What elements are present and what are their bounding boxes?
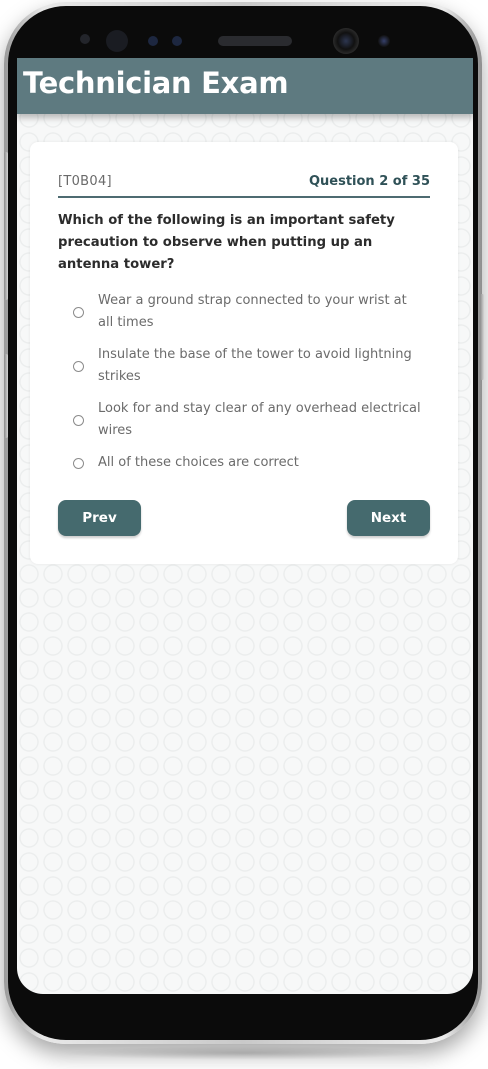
radio-button-icon[interactable]	[73, 360, 84, 372]
light-sensor-icon	[148, 36, 158, 46]
radio-button-icon[interactable]	[73, 457, 84, 469]
answer-choices: Wear a ground strap connected to your wr…	[58, 290, 438, 484]
next-button[interactable]: Next	[347, 500, 430, 536]
app-title: Technician Exam	[23, 66, 289, 100]
device-shadow	[60, 1046, 428, 1060]
answer-choice-label: Wear a ground strap connected to your wr…	[98, 293, 407, 330]
question-code: [T0B04]	[58, 174, 112, 189]
answer-choice[interactable]: All of these choices are correct	[58, 452, 438, 474]
answer-choice[interactable]: Insulate the base of the tower to avoid …	[58, 344, 438, 388]
earpiece-speaker	[218, 36, 292, 46]
prev-button[interactable]: Prev	[58, 500, 141, 536]
question-text: Which of the following is an important s…	[58, 213, 395, 272]
answer-choice[interactable]: Look for and stay clear of any overhead …	[58, 398, 438, 442]
answer-choice-label: All of these choices are correct	[98, 455, 299, 470]
led-indicator-icon	[172, 36, 182, 46]
proximity-sensor-icon	[80, 34, 90, 44]
iris-sensor-icon	[106, 30, 128, 52]
answer-choice-label: Insulate the base of the tower to avoid …	[98, 347, 412, 384]
power-button	[480, 294, 484, 380]
radio-button-icon[interactable]	[73, 414, 84, 426]
front-camera-icon	[333, 28, 359, 54]
app-header: Technician Exam	[17, 58, 473, 114]
question-card: [T0B04] Question 2 of 35 Which of the fo…	[30, 142, 458, 564]
device-mockup: Technician Exam [T0B04] Question 2 of 35…	[0, 0, 488, 1069]
radio-button-icon[interactable]	[73, 306, 84, 318]
secondary-camera-icon	[378, 35, 390, 47]
answer-choice-label: Look for and stay clear of any overhead …	[98, 401, 421, 438]
answer-choice[interactable]: Wear a ground strap connected to your wr…	[58, 290, 438, 334]
question-meta-bar: [T0B04] Question 2 of 35	[58, 174, 430, 198]
question-counter: Question 2 of 35	[308, 174, 430, 189]
app-screen: Technician Exam [T0B04] Question 2 of 35…	[17, 58, 473, 994]
